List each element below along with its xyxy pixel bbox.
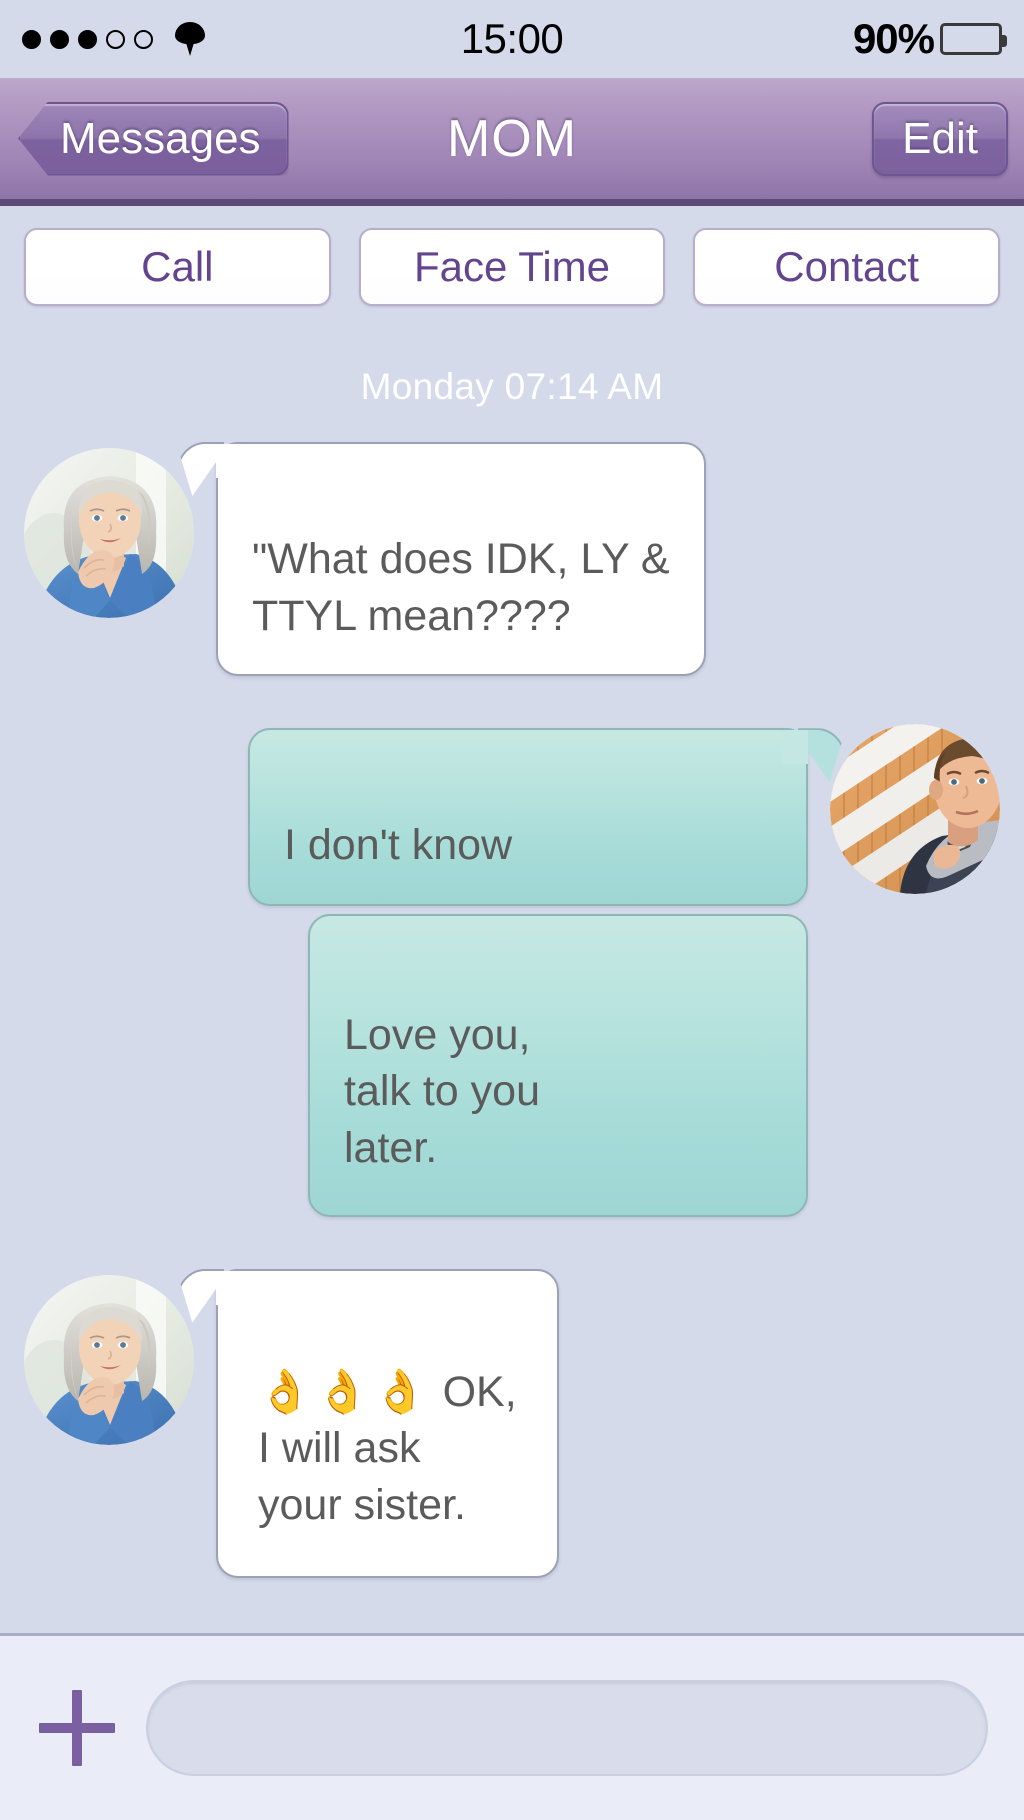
battery-icon <box>940 23 1007 55</box>
messages-app-screen: 15:00 90% Messages MOM Edit Call Face Ti… <box>0 0 1024 1820</box>
plus-icon[interactable] <box>36 1687 118 1769</box>
back-button-label: Messages <box>60 113 261 163</box>
signal-dot-empty <box>106 29 125 49</box>
message-bubble-outgoing[interactable]: I don't know <box>248 728 808 906</box>
back-button-messages[interactable]: Messages <box>18 101 289 176</box>
message-bubble-outgoing[interactable]: Love you, talk to you later. <box>308 913 808 1217</box>
message-row-incoming: "What does IDK, LY & TTYL mean???? <box>24 442 1000 677</box>
edit-button-label: Edit <box>902 113 978 163</box>
message-input-bar <box>0 1636 1024 1820</box>
battery-percentage-label: 90% <box>852 15 935 62</box>
message-text: "What does IDK, LY & TTYL mean???? <box>252 534 670 640</box>
signal-dot-filled <box>50 29 69 49</box>
conversation-thread[interactable]: Monday 07:14 AM "What does IDK, LY & TTY… <box>0 328 1024 1636</box>
message-row-outgoing: Love you, talk to you later. <box>24 913 1000 1217</box>
message-bubble-incoming[interactable]: 👌👌👌 OK, I will ask your sister. <box>216 1268 559 1578</box>
wifi-icon <box>175 22 205 56</box>
signal-strength-indicator <box>22 29 153 49</box>
facetime-button[interactable]: Face Time <box>358 228 666 306</box>
message-text: I don't know <box>284 821 513 869</box>
contact-actions-row: Call Face Time Contact <box>0 206 1024 328</box>
status-bar-right: 90% <box>852 15 1007 63</box>
message-text: Love you, talk to you later. <box>344 1010 540 1173</box>
message-row-outgoing: I don't know <box>24 724 1000 906</box>
message-input-field[interactable] <box>146 1680 988 1776</box>
ok-hand-emoji: 👌👌👌 <box>258 1367 431 1416</box>
signal-dot-filled <box>22 29 41 49</box>
avatar-mom[interactable] <box>24 448 194 618</box>
call-button-label: Call <box>141 243 214 290</box>
edit-button[interactable]: Edit <box>872 101 1008 176</box>
conversation-timestamp: Monday 07:14 AM <box>360 366 664 407</box>
message-row-incoming: 👌👌👌 OK, I will ask your sister. <box>24 1268 1000 1578</box>
avatar-son[interactable] <box>830 724 1000 895</box>
avatar-mom[interactable] <box>24 1274 194 1445</box>
status-bar-left <box>22 22 205 56</box>
status-bar: 15:00 90% <box>0 0 1024 78</box>
contact-button[interactable]: Contact <box>693 228 1001 306</box>
message-bubble-incoming[interactable]: "What does IDK, LY & TTYL mean???? <box>216 442 706 677</box>
signal-dot-filled <box>78 29 97 49</box>
facetime-button-label: Face Time <box>413 243 611 290</box>
navigation-bar: Messages MOM Edit <box>0 78 1024 206</box>
signal-dot-empty <box>134 29 153 49</box>
call-button[interactable]: Call <box>24 228 331 306</box>
contact-button-label: Contact <box>774 243 920 290</box>
